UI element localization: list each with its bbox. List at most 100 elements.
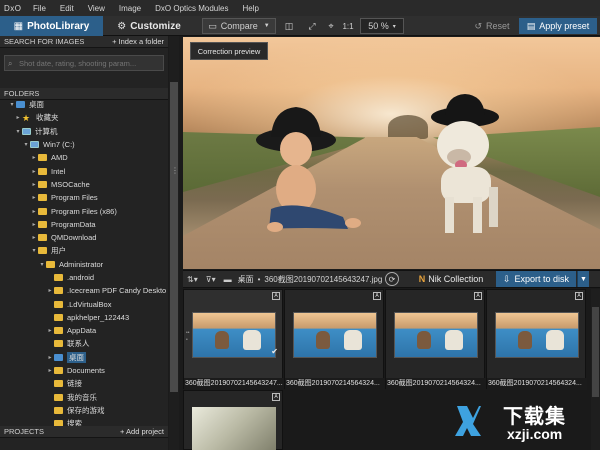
- thumbnail-caption: 360截图20190702145643247...: [184, 378, 284, 390]
- apply-preset-label: Apply preset: [539, 21, 590, 31]
- folder-tree-item[interactable]: 我的音乐: [0, 391, 168, 404]
- folder-tree-item[interactable]: ▸ ★ 收藏夹: [0, 111, 168, 124]
- collapsed-arrow-icon[interactable]: ▸: [30, 208, 38, 215]
- fit-button[interactable]: ⤢: [305, 18, 319, 34]
- export-icon: ⇩: [502, 273, 511, 284]
- collapsed-arrow-icon[interactable]: ▸: [30, 154, 38, 161]
- main-toolbar: ▦ PhotoLibrary ⚙ Customize ▭ Compare ▼ ◫…: [0, 16, 600, 36]
- zoom-select[interactable]: 50 % ▾: [360, 18, 404, 34]
- folder-icon: [54, 406, 63, 414]
- index-folder-link[interactable]: + Index a folder: [112, 37, 164, 46]
- desktop-icon: [16, 101, 25, 109]
- collapsed-arrow-icon[interactable]: ▸: [14, 114, 22, 121]
- search-input[interactable]: [19, 58, 159, 68]
- split-view-button[interactable]: ◫: [281, 18, 297, 34]
- folder-icon: ▬: [223, 274, 232, 284]
- collapsed-arrow-icon[interactable]: ▸: [46, 367, 54, 374]
- folder-icon: [38, 207, 47, 215]
- folder-icon: [54, 380, 63, 388]
- folder-tree-item[interactable]: ▾ Win7 (C:): [0, 138, 168, 151]
- folder-tree-item[interactable]: ▸ Program Files: [0, 191, 168, 204]
- folder-tree-item[interactable]: ▸ Documents: [0, 364, 168, 377]
- collapsed-arrow-icon[interactable]: ▸: [46, 287, 54, 294]
- crop-button[interactable]: ⌖: [324, 18, 338, 34]
- compare-button[interactable]: ▭ Compare ▼: [202, 18, 276, 34]
- zoom-1-1-button[interactable]: 1:1: [341, 18, 355, 34]
- folder-tree-label: QMDownload: [51, 233, 97, 243]
- rgb-badge-icon: A: [272, 393, 280, 401]
- folder-tree-label: MSOCache: [51, 179, 90, 189]
- panel-resize-handle[interactable]: ⋮: [171, 166, 179, 175]
- thumbnail-item[interactable]: A 360截图201907021456432​4...: [385, 289, 486, 390]
- export-to-disk-button[interactable]: ⇩ Export to disk: [496, 271, 576, 287]
- collapsed-arrow-icon[interactable]: ▸: [30, 221, 38, 228]
- folder-tree-label: 保存的游戏: [67, 405, 105, 415]
- folder-scrollbar-thumb[interactable]: [170, 82, 178, 392]
- image-preview[interactable]: [183, 37, 600, 269]
- tab-photolibrary[interactable]: ▦ PhotoLibrary: [0, 16, 103, 36]
- collapsed-arrow-icon[interactable]: ▸: [46, 327, 54, 334]
- folder-scrollbar[interactable]: ⋮: [169, 36, 179, 450]
- export-options-button[interactable]: ▼: [577, 271, 589, 287]
- folder-tree-item[interactable]: ▸ AMD: [0, 151, 168, 164]
- folder-tree-item[interactable]: ▸ MSOCache: [0, 178, 168, 191]
- folder-tree-item[interactable]: ▸ AppData: [0, 324, 168, 337]
- folder-tree-item[interactable]: ▾ Administrator: [0, 258, 168, 271]
- thumbnail-item[interactable]: A 360截图201907021456432​4...: [486, 289, 587, 390]
- expanded-arrow-icon[interactable]: ▾: [22, 141, 30, 148]
- filmstrip-scrollbar-thumb[interactable]: [592, 307, 599, 397]
- expanded-arrow-icon[interactable]: ▾: [30, 247, 38, 254]
- folder-tree-item[interactable]: .LdVirtualBox: [0, 297, 168, 310]
- collapsed-arrow-icon[interactable]: ▸: [46, 354, 54, 361]
- expanded-arrow-icon[interactable]: ▾: [14, 128, 22, 135]
- thumbnail-item[interactable]: A 360截图201907021456432​4...: [284, 289, 385, 390]
- collapsed-arrow-icon[interactable]: ▸: [30, 181, 38, 188]
- reset-button[interactable]: ↺ Reset: [470, 18, 514, 34]
- collapsed-arrow-icon[interactable]: ▸: [30, 168, 38, 175]
- add-project-link[interactable]: + Add project: [120, 427, 164, 436]
- folder-icon: [54, 300, 63, 308]
- folder-tree-item[interactable]: ▸ ProgramData: [0, 218, 168, 231]
- folder-tree-item[interactable]: 保存的游戏: [0, 404, 168, 417]
- export-label: Export to disk: [514, 274, 570, 284]
- apply-preset-button[interactable]: ▤ Apply preset: [519, 18, 597, 34]
- folder-tree-item[interactable]: ▾ 桌面: [0, 98, 168, 111]
- menu-help[interactable]: Help: [235, 4, 265, 13]
- star-icon: ★: [22, 112, 31, 123]
- nik-collection-button[interactable]: N Nik Collection: [411, 271, 491, 287]
- thumbnail-item[interactable]: A •• • ✔ 360截图20190702145643247...: [183, 289, 284, 390]
- folder-icon: [38, 234, 47, 242]
- sort-icon[interactable]: ⇅▾: [183, 275, 202, 284]
- folder-tree-item[interactable]: ▾ 计算机: [0, 125, 168, 138]
- folder-tree-item[interactable]: ▸ Program Files (x86): [0, 204, 168, 217]
- folder-tree-item[interactable]: apkhelper_122443: [0, 311, 168, 324]
- folder-tree-item[interactable]: 链接: [0, 377, 168, 390]
- collapsed-arrow-icon[interactable]: ▸: [30, 234, 38, 241]
- folder-tree-item[interactable]: ▸ QMDownload: [0, 231, 168, 244]
- folder-tree-item[interactable]: ▸ Intel: [0, 164, 168, 177]
- menu-edit[interactable]: Edit: [53, 4, 81, 13]
- menu-view[interactable]: View: [81, 4, 112, 13]
- folder-tree-item[interactable]: .android: [0, 271, 168, 284]
- folder-tree-label: 用户: [51, 246, 66, 256]
- site-watermark: 下载集 xzji.com: [455, 398, 595, 448]
- collapsed-arrow-icon[interactable]: ▸: [30, 194, 38, 201]
- expanded-arrow-icon[interactable]: ▾: [8, 101, 16, 108]
- folder-tree-item[interactable]: ▸ 桌面: [0, 351, 168, 364]
- menu-file[interactable]: File: [26, 4, 53, 13]
- folder-icon: [38, 154, 47, 162]
- menu-optics-modules[interactable]: DxO Optics Modules: [148, 4, 235, 13]
- expanded-arrow-icon[interactable]: ▾: [38, 261, 46, 268]
- folder-tree-item[interactable]: 联系人: [0, 337, 168, 350]
- folder-tree-item[interactable]: ▾ 用户: [0, 244, 168, 257]
- tab-customize[interactable]: ⚙ Customize: [106, 16, 192, 36]
- projects-header: PROJECTS + Add project: [0, 426, 168, 438]
- rotate-button[interactable]: ⟳: [385, 272, 399, 286]
- menu-image[interactable]: Image: [112, 4, 148, 13]
- reset-label: Reset: [486, 21, 510, 31]
- folder-tree-item[interactable]: ▸ .Icecream PDF Candy Deskto: [0, 284, 168, 297]
- folder-tree-label: 桌面: [67, 351, 86, 363]
- breadcrumb-location[interactable]: 桌面: [236, 274, 254, 285]
- thumbnail-item[interactable]: A: [183, 390, 283, 450]
- filter-icon[interactable]: ⊽▾: [202, 275, 220, 284]
